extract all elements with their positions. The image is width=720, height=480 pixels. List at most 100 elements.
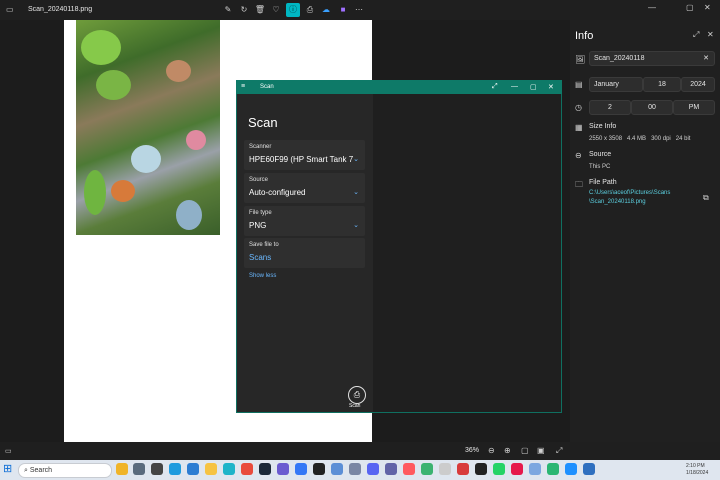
scan-button-label[interactable]: Scan [349, 403, 360, 409]
app-icon-16[interactable] [547, 463, 559, 475]
fullscreen-toggle-icon[interactable]: ⤢ [556, 446, 562, 456]
app-icon-13[interactable] [475, 463, 487, 475]
app-icon-1[interactable] [151, 463, 163, 475]
steam-icon[interactable] [259, 463, 271, 475]
garden-photo [76, 20, 220, 235]
chevron-down-icon: ⌄ [353, 189, 359, 196]
scanner-dropdown[interactable]: Scanner HPE60F99 (HP Smart Tank 7 ⌄ [244, 140, 365, 170]
zoom-out-icon[interactable]: ⊖ [488, 446, 495, 455]
delete-icon[interactable]: 🗑 [253, 3, 267, 17]
app-icon-9[interactable] [403, 463, 415, 475]
scan-heading: Scan [248, 115, 278, 130]
status-bar [0, 442, 720, 460]
app-icon-7[interactable] [331, 463, 343, 475]
taskbar-search[interactable]: ⌕ Search [18, 463, 112, 478]
dpi-value: 300 dpi [651, 136, 671, 142]
file-explorer-icon[interactable] [116, 463, 128, 475]
size-info-label: Size Info [589, 123, 617, 130]
minimize-icon[interactable]: — [648, 3, 656, 12]
scan-close-icon[interactable]: ✕ [548, 83, 554, 91]
scan-button-icon[interactable]: ⎙ [348, 386, 366, 404]
folder-icon: 🗀 [575, 180, 583, 189]
search-icon: ⌕ [24, 467, 28, 474]
day-value: 18 [658, 81, 666, 88]
whatsapp-icon[interactable] [493, 463, 505, 475]
teams-icon[interactable] [385, 463, 397, 475]
app-icon-14[interactable] [511, 463, 523, 475]
app-icon-2[interactable] [187, 463, 199, 475]
savefile-value[interactable]: Scans [249, 253, 271, 262]
taskbar-time: 2:10 PM [686, 463, 705, 469]
favorite-icon[interactable]: ♡ [269, 3, 283, 17]
app-icon-8[interactable] [349, 463, 361, 475]
app-icon-6[interactable] [313, 463, 325, 475]
clock-icon: ◷ [575, 103, 582, 112]
onedrive-icon[interactable]: ☁ [319, 3, 333, 17]
app-icon-18[interactable] [583, 463, 595, 475]
scan-window-title: Scan [260, 84, 274, 90]
info-title: Info [575, 30, 594, 42]
filename-value: Scan_20240118 [594, 55, 645, 62]
taskbar-date: 1/18/2024 [686, 470, 709, 476]
app-icon-12[interactable] [457, 463, 469, 475]
file-path-link-1[interactable]: C:\Users\aceof\Pictures\Scans [589, 189, 670, 198]
day-field[interactable]: 18 [643, 77, 681, 92]
filetype-value: PNG [249, 221, 267, 230]
app-icon-11[interactable] [439, 463, 451, 475]
hour-field[interactable]: 2 [589, 100, 631, 115]
folder-app-icon[interactable] [205, 463, 217, 475]
gallery-icon[interactable]: ▭ [6, 5, 14, 14]
taskview-icon[interactable] [133, 463, 145, 475]
app-icon-17[interactable] [565, 463, 577, 475]
edit-icon[interactable]: ✎ [221, 3, 235, 17]
source-label: Source [589, 151, 612, 158]
app-icon-10[interactable] [421, 463, 433, 475]
scan-maximize-icon[interactable]: ▢ [530, 83, 537, 91]
zoom-in-icon[interactable]: ⊕ [504, 446, 511, 455]
chrome-icon[interactable] [241, 463, 253, 475]
save-location[interactable]: Save file to Scans [244, 238, 365, 268]
info-icon[interactable]: ⓘ [286, 3, 300, 17]
scanner-label: Scanner [249, 144, 272, 150]
app-title: Scan_20240118.png [28, 6, 93, 13]
maximize-icon[interactable]: ▢ [686, 3, 694, 12]
app-icon-3[interactable] [223, 463, 235, 475]
file-path-label: File Path [589, 179, 617, 186]
chevron-down-icon: ⌄ [353, 156, 359, 163]
clear-icon[interactable]: ✕ [703, 52, 709, 65]
app-icon-4[interactable] [277, 463, 289, 475]
edge-icon[interactable] [169, 463, 181, 475]
scan-minimize-icon[interactable]: — [511, 83, 518, 90]
month-value: January [594, 81, 619, 88]
discord-icon[interactable] [367, 463, 379, 475]
expand-icon[interactable]: ⤢ [693, 30, 699, 40]
show-less-link[interactable]: Show less [249, 273, 276, 279]
rotate-icon[interactable]: ↻ [237, 3, 251, 17]
ampm-field[interactable]: PM [673, 100, 715, 115]
app-icon-15[interactable] [529, 463, 541, 475]
filmstrip-icon[interactable]: ▭ [5, 447, 12, 455]
start-icon[interactable]: ⊞ [3, 462, 12, 475]
savefile-label: Save file to [249, 242, 279, 248]
copy-icon[interactable]: ⧉ [703, 193, 709, 203]
source-dropdown[interactable]: Source Auto-configured ⌄ [244, 173, 365, 203]
filetype-dropdown[interactable]: File type PNG ⌄ [244, 206, 365, 236]
fit-window-icon[interactable]: ▢ [521, 446, 529, 455]
clipchamp-icon[interactable]: ■ [336, 3, 350, 17]
app-icon-5[interactable] [295, 463, 307, 475]
size-icon: ▦ [575, 123, 583, 132]
search-placeholder: Search [29, 467, 53, 474]
file-path-link-2[interactable]: \Scan_20240118.png [589, 198, 646, 207]
filename-field[interactable]: Scan_20240118 ✕ [589, 51, 715, 66]
close-icon[interactable]: ✕ [704, 3, 711, 12]
more-icon[interactable]: ⋯ [352, 3, 366, 17]
hamburger-icon[interactable]: ≡ [241, 83, 245, 90]
close-info-icon[interactable]: ✕ [707, 30, 714, 39]
actual-size-icon[interactable]: ▣ [537, 446, 545, 455]
year-field[interactable]: 2024 [681, 77, 715, 92]
month-field[interactable]: January [589, 77, 643, 92]
print-icon[interactable]: ⎙ [303, 3, 317, 17]
scan-source-value: Auto-configured [249, 188, 306, 197]
fullscreen-icon[interactable]: ⤢ [492, 83, 498, 91]
minute-field[interactable]: 00 [631, 100, 673, 115]
